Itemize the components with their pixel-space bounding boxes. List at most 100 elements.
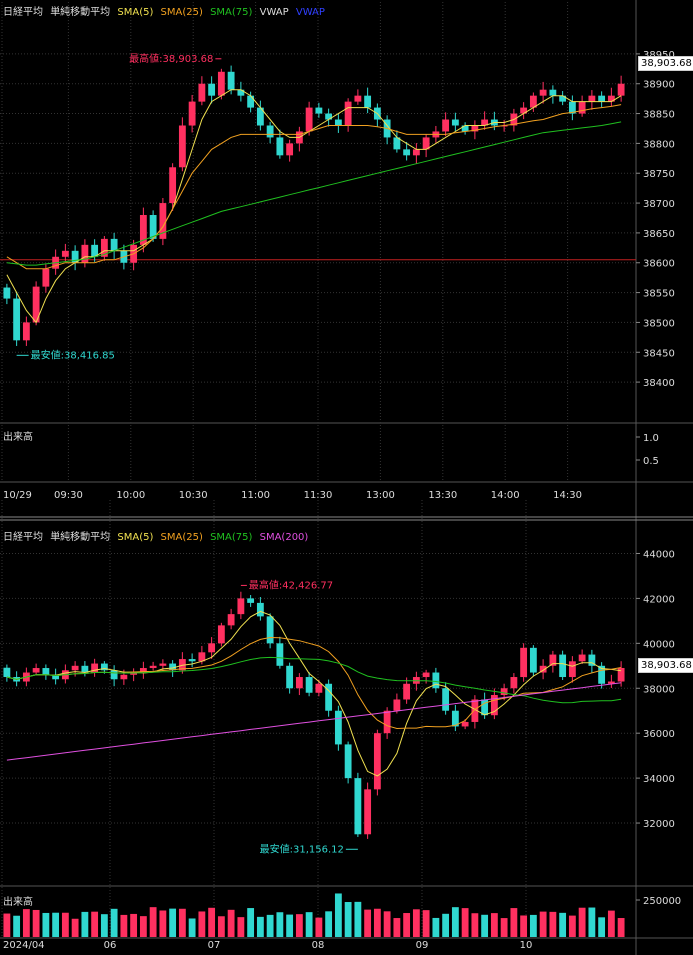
candle-body-1-40 xyxy=(393,699,401,711)
volume-bar-0 xyxy=(3,913,11,937)
volume-bar-5 xyxy=(52,912,60,937)
ytick-label-0-1: 38900 xyxy=(643,80,675,91)
candle-body-1-24 xyxy=(237,598,245,615)
ytick-label-0-8: 38550 xyxy=(643,289,675,300)
candle-body-0-56 xyxy=(549,89,557,96)
candle-body-1-29 xyxy=(286,665,294,689)
volume-bar-35 xyxy=(344,902,352,937)
ytick-label-0-6: 38650 xyxy=(643,229,675,240)
ytick-label-0-3: 38800 xyxy=(643,139,675,150)
volume-bar-41 xyxy=(403,913,411,937)
candle-body-0-36 xyxy=(354,95,362,102)
volume-bar-27 xyxy=(266,914,274,937)
volume-bar-50 xyxy=(490,913,498,937)
volume-bar-49 xyxy=(481,914,489,937)
volume-bar-1 xyxy=(13,915,21,937)
volume-bar-20 xyxy=(198,911,206,937)
volume-bar-26 xyxy=(256,916,264,937)
ytick-label-0-2: 38850 xyxy=(643,110,675,121)
candle-body-0-59 xyxy=(578,101,586,114)
candle-body-0-25 xyxy=(247,95,255,108)
candle-body-1-52 xyxy=(510,677,518,689)
ytick-label-1-6: 32000 xyxy=(643,819,675,830)
vol-top-tick-label-1: 0.5 xyxy=(643,456,659,467)
candle-body-1-59 xyxy=(578,654,586,662)
candle-body-0-19 xyxy=(188,101,196,126)
candle-body-1-27 xyxy=(266,616,274,644)
volume-bar-13 xyxy=(130,913,138,937)
candle-body-0-18 xyxy=(178,125,186,168)
candle-body-0-2 xyxy=(22,322,30,341)
volume-bar-39 xyxy=(383,911,391,937)
candle-body-0-55 xyxy=(539,89,547,96)
volume-bar-38 xyxy=(373,908,381,937)
volume-bar-60 xyxy=(588,907,596,937)
candle-body-0-46 xyxy=(451,119,459,126)
volume-bar-46 xyxy=(451,907,459,937)
low-label-0: 最安値:38,416.85 xyxy=(31,348,115,361)
xtick-label-0-2: 10:00 xyxy=(116,490,145,501)
volume-label-top: 出来高 xyxy=(3,432,33,443)
volume-bar-16 xyxy=(159,910,167,937)
volume-bar-51 xyxy=(500,918,508,937)
candle-body-0-33 xyxy=(325,113,333,120)
volume-bar-45 xyxy=(442,913,450,937)
volume-bar-24 xyxy=(237,917,245,937)
candle-body-0-4 xyxy=(42,268,50,287)
candle-body-0-11 xyxy=(110,238,118,251)
volume-bar-19 xyxy=(188,918,196,937)
volume-bar-55 xyxy=(539,911,547,937)
volume-bar-58 xyxy=(568,915,576,937)
legend-bottom-item-2: SMA(5) xyxy=(117,532,154,543)
volume-bar-8 xyxy=(81,911,89,937)
candle-body-0-20 xyxy=(198,83,206,102)
candle-body-1-54 xyxy=(529,647,537,673)
volume-bar-15 xyxy=(149,907,157,937)
volume-bar-33 xyxy=(325,911,333,937)
candle-body-1-43 xyxy=(422,672,430,678)
volume-bar-52 xyxy=(510,908,518,937)
candle-body-0-42 xyxy=(412,149,420,156)
xtick-label-1-0: 2024/04 xyxy=(3,940,45,951)
high-label-1: 最高値:42,426.77 xyxy=(249,578,333,591)
volume-label-bottom: 出来高 xyxy=(3,897,33,908)
xtick-label-0-3: 10:30 xyxy=(179,490,208,501)
legend-top-item-0: 日経平均 xyxy=(3,7,43,18)
candle-body-1-36 xyxy=(354,778,362,835)
legend-top-item-1: 単純移動平均 xyxy=(50,7,111,18)
candle-body-0-6 xyxy=(61,250,69,257)
volume-bar-53 xyxy=(520,915,528,937)
candle-body-0-22 xyxy=(217,71,225,96)
xtick-label-0-1: 09:30 xyxy=(54,490,83,501)
legend-top-item-5: VWAP xyxy=(259,7,289,18)
candle-body-0-60 xyxy=(588,95,596,102)
candle-body-0-8 xyxy=(81,244,89,263)
volume-bar-43 xyxy=(422,910,430,937)
candle-body-1-49 xyxy=(481,699,489,716)
candle-body-1-22 xyxy=(217,625,225,644)
legend-top-item-6: VWAP xyxy=(295,7,325,18)
volume-bar-29 xyxy=(286,914,294,937)
volume-bar-2 xyxy=(22,909,30,937)
candle-body-1-51 xyxy=(500,688,508,695)
ytick-label-0-10: 38450 xyxy=(643,348,675,359)
xtick-label-1-3: 08 xyxy=(312,940,325,951)
candle-body-1-57 xyxy=(559,654,567,678)
volume-bar-63 xyxy=(617,918,625,937)
volume-bar-17 xyxy=(169,908,177,937)
volume-bar-40 xyxy=(393,918,401,937)
candle-body-0-61 xyxy=(598,95,606,102)
candle-body-1-30 xyxy=(295,677,303,689)
candle-body-1-12 xyxy=(120,674,128,680)
volume-bar-34 xyxy=(334,893,342,937)
candle-body-1-11 xyxy=(110,670,118,680)
legend-top: 日経平均 単純移動平均 SMA(5) SMA(25) SMA(75) VWAP … xyxy=(3,3,329,18)
volume-bar-61 xyxy=(598,917,606,937)
ytick-label-0-9: 38500 xyxy=(643,318,675,329)
candle-body-0-35 xyxy=(344,101,352,126)
legend-bottom: 日経平均 単純移動平均 SMA(5) SMA(25) SMA(75) SMA(2… xyxy=(3,528,312,543)
sma5-line-1 xyxy=(6,610,622,777)
candle-body-1-37 xyxy=(364,789,372,835)
candle-body-1-45 xyxy=(442,688,450,711)
volume-bar-48 xyxy=(471,913,479,937)
